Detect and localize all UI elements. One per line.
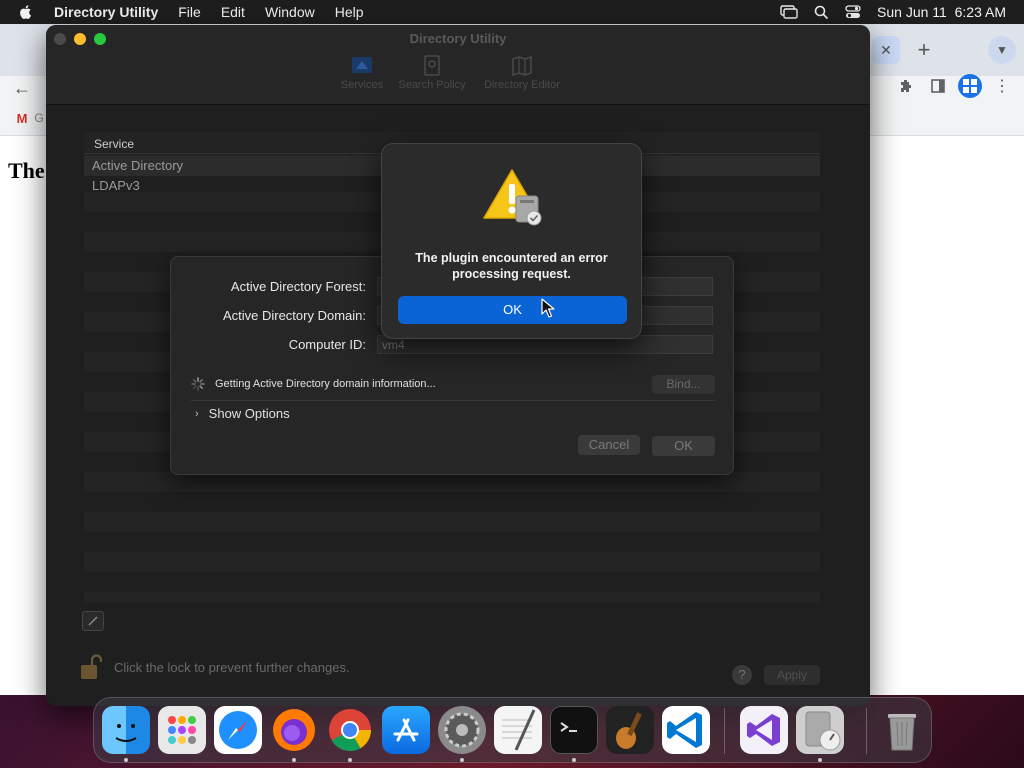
show-options-toggle[interactable]: › Show Options	[195, 406, 290, 421]
menu-file[interactable]: File	[178, 4, 201, 20]
spotlight-search-icon[interactable]	[814, 5, 829, 20]
dock-separator-trash	[866, 708, 867, 754]
back-arrow-icon[interactable]: ←	[10, 76, 34, 100]
side-panel-icon[interactable]	[928, 76, 948, 96]
terminal-running-dot	[572, 758, 576, 762]
extensions-icon[interactable]	[896, 76, 916, 96]
finder-running-dot	[124, 758, 128, 762]
windows-profile-icon[interactable]	[958, 74, 982, 98]
finder-icon[interactable]	[102, 706, 150, 754]
visual-studio-icon[interactable]	[740, 706, 788, 754]
show-options-label: Show Options	[208, 406, 290, 421]
directory-utility-running-dot	[818, 758, 822, 762]
forest-label: Active Directory Forest:	[230, 279, 366, 294]
help-button[interactable]: ?	[732, 665, 752, 685]
tab-search-icon[interactable]: ▼	[988, 36, 1016, 64]
app-store-icon[interactable]	[382, 706, 430, 754]
garageband-icon[interactable]	[606, 706, 654, 754]
apple-icon[interactable]	[18, 4, 34, 20]
bind-button[interactable]: Bind...	[652, 375, 715, 394]
screen-mirroring-icon[interactable]	[780, 5, 798, 19]
alert-message: The plugin encountered an error processi…	[415, 251, 608, 281]
chrome-running-dot	[348, 758, 352, 762]
menu-app-name[interactable]: Directory Utility	[54, 4, 158, 20]
domain-label: Active Directory Domain:	[222, 308, 366, 323]
tab-search-policy-label: Search Policy	[398, 79, 466, 91]
menubar-clock[interactable]: Sun Jun 11 6:23 AM	[877, 4, 1006, 20]
progress-spinner-icon	[191, 377, 205, 391]
terminal-icon[interactable]	[550, 706, 598, 754]
tab-search-policy[interactable]: Search Policy	[396, 55, 468, 91]
edit-service-button[interactable]	[82, 611, 104, 631]
mouse-cursor-icon	[541, 298, 555, 318]
computer-id-label: Computer ID:	[288, 337, 366, 352]
pencil-icon	[88, 616, 98, 626]
search-policy-icon	[424, 55, 440, 76]
control-center-icon[interactable]	[845, 5, 861, 19]
tab-directory-editor-label: Directory Editor	[484, 79, 560, 91]
lock-open-icon[interactable]	[80, 653, 102, 681]
firefox-running-dot	[292, 758, 296, 762]
more-menu-icon[interactable]: ⋮	[992, 76, 1012, 96]
error-alert-dialog: The plugin encountered an error processi…	[381, 143, 642, 339]
sheet-divider	[191, 400, 715, 401]
menu-help[interactable]: Help	[335, 4, 364, 20]
new-tab-icon[interactable]: +	[910, 36, 938, 64]
menu-window[interactable]: Window	[265, 4, 315, 20]
status-message: Getting Active Directory domain informat…	[215, 378, 436, 390]
sheet-ok-button[interactable]: OK	[652, 436, 715, 456]
gmail-icon[interactable]: M	[14, 110, 30, 126]
cancel-button[interactable]: Cancel	[578, 435, 640, 455]
system-settings-icon[interactable]	[438, 706, 486, 754]
warning-icon	[483, 169, 542, 226]
lock-area: Click the lock to prevent further change…	[80, 653, 350, 681]
textedit-icon[interactable]	[494, 706, 542, 754]
lock-message: Click the lock to prevent further change…	[114, 659, 350, 675]
safari-icon[interactable]	[214, 706, 262, 754]
settings-running-dot	[460, 758, 464, 762]
tab-services-label: Services	[340, 79, 384, 91]
window-title: Directory Utility	[409, 31, 507, 46]
map-icon	[512, 55, 532, 77]
dock	[93, 697, 932, 763]
chrome-icon[interactable]	[326, 706, 374, 754]
window-titlebar: Directory Utility Services Search Policy…	[46, 25, 870, 105]
page-heading-text: The	[8, 158, 45, 183]
bookmark-label[interactable]: G	[34, 110, 44, 126]
menu-edit[interactable]: Edit	[221, 4, 245, 20]
close-tab-icon[interactable]: ✕	[872, 36, 900, 64]
trash-icon[interactable]	[878, 706, 926, 754]
chevron-right-icon: ›	[195, 407, 199, 420]
tab-directory-editor[interactable]: Directory Editor	[478, 55, 566, 91]
tab-services[interactable]: Services	[336, 55, 388, 91]
alert-ok-button[interactable]: OK	[398, 296, 627, 324]
vscode-icon[interactable]	[662, 706, 710, 754]
firefox-icon[interactable]	[270, 706, 318, 754]
dock-separator	[724, 708, 725, 754]
directory-utility-icon[interactable]	[796, 706, 844, 754]
apply-button[interactable]: Apply	[764, 665, 820, 685]
menu-bar: Directory Utility File Edit Window Help …	[0, 0, 1024, 24]
launchpad-icon[interactable]	[158, 706, 206, 754]
services-icon	[352, 57, 372, 73]
